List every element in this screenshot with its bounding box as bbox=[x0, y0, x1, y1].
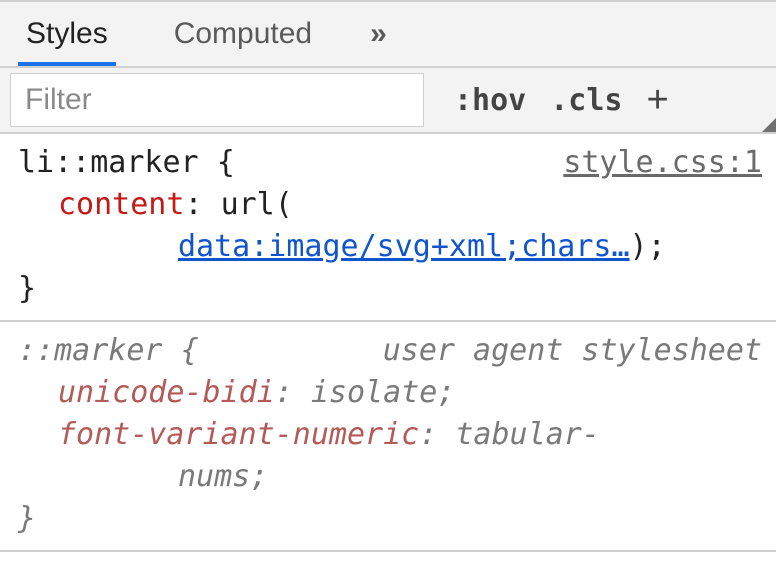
filter-input[interactable] bbox=[10, 73, 424, 127]
selector[interactable]: li::marker bbox=[18, 145, 199, 180]
css-property: unicode-bidi bbox=[58, 375, 275, 410]
declaration[interactable]: font-variant-numeric: tabular- bbox=[58, 414, 762, 456]
tab-styles[interactable]: Styles bbox=[18, 2, 116, 66]
css-property: content bbox=[58, 187, 184, 222]
tab-computed[interactable]: Computed bbox=[166, 2, 320, 66]
rules-list: style.css:1 li::marker { content: url( d… bbox=[0, 134, 776, 574]
declarations: unicode-bidi: isolate; font-variant-nume… bbox=[18, 372, 762, 498]
declaration[interactable]: unicode-bidi: isolate; bbox=[58, 372, 762, 414]
source-link[interactable]: style.css:1 bbox=[563, 142, 762, 184]
hov-button[interactable]: :hov bbox=[454, 83, 526, 118]
css-property: font-variant-numeric bbox=[58, 417, 419, 452]
styles-panel: Styles Computed » :hov .cls + style.css:… bbox=[0, 0, 776, 574]
css-value-part2: nums; bbox=[178, 459, 268, 494]
open-brace: { bbox=[217, 145, 235, 180]
css-value-continuation: data:image/svg+xml;chars…); bbox=[58, 226, 762, 268]
close-brace: } bbox=[18, 271, 36, 306]
toolbar-buttons: :hov .cls + bbox=[454, 79, 776, 122]
close-brace: } bbox=[18, 501, 36, 536]
css-value-continuation: nums; bbox=[58, 456, 762, 498]
declarations: content: url( data:image/svg+xml;chars…)… bbox=[18, 184, 762, 268]
tabs-overflow-icon[interactable]: » bbox=[370, 17, 389, 51]
source-label: user agent stylesheet bbox=[383, 330, 762, 372]
css-value-prefix: url( bbox=[221, 187, 293, 222]
css-value-part1: tabular- bbox=[455, 417, 600, 452]
declaration[interactable]: content: url( bbox=[58, 184, 762, 226]
add-rule-button[interactable]: + bbox=[647, 79, 687, 122]
css-rule: user agent stylesheet ::marker { unicode… bbox=[0, 322, 776, 552]
css-value-suffix: ); bbox=[630, 229, 666, 264]
selector[interactable]: ::marker bbox=[18, 333, 163, 368]
open-brace: { bbox=[181, 333, 199, 368]
resize-corner-icon[interactable] bbox=[762, 118, 776, 132]
styles-toolbar: :hov .cls + bbox=[0, 68, 776, 134]
tabs-bar: Styles Computed » bbox=[0, 2, 776, 68]
css-rule: style.css:1 li::marker { content: url( d… bbox=[0, 134, 776, 322]
url-link[interactable]: data:image/svg+xml;chars… bbox=[178, 229, 630, 264]
cls-button[interactable]: .cls bbox=[550, 83, 622, 118]
css-value: isolate; bbox=[311, 375, 456, 410]
